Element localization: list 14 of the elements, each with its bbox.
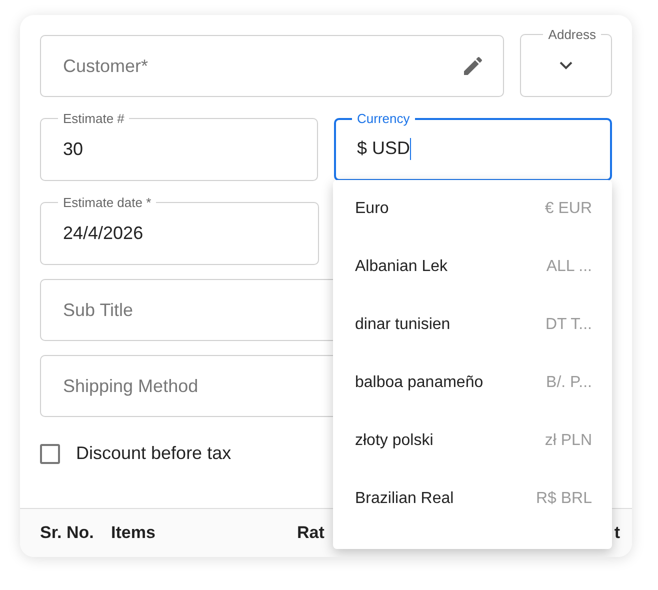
address-dropdown[interactable]: Address (520, 27, 612, 97)
chevron-down-icon (559, 60, 574, 70)
currency-option[interactable]: Euro € EUR (333, 180, 612, 238)
currency-option[interactable]: balboa panameño B/. P... (333, 354, 612, 412)
checkbox-label: Discount before tax (76, 443, 232, 464)
column-header: Sr. No. (40, 523, 95, 543)
customer-field[interactable]: Customer* (40, 35, 504, 97)
estimate-number-field[interactable]: Estimate # 30 (40, 111, 318, 181)
column-header: t (614, 523, 621, 543)
checkbox[interactable] (40, 444, 60, 464)
column-header: Rat (297, 523, 326, 543)
column-header: Items (111, 523, 156, 543)
currency-option[interactable]: Brazilian Real R$ BRL (333, 470, 612, 528)
estimate-date-field[interactable]: Estimate date * 24/4/2026 (40, 195, 319, 265)
